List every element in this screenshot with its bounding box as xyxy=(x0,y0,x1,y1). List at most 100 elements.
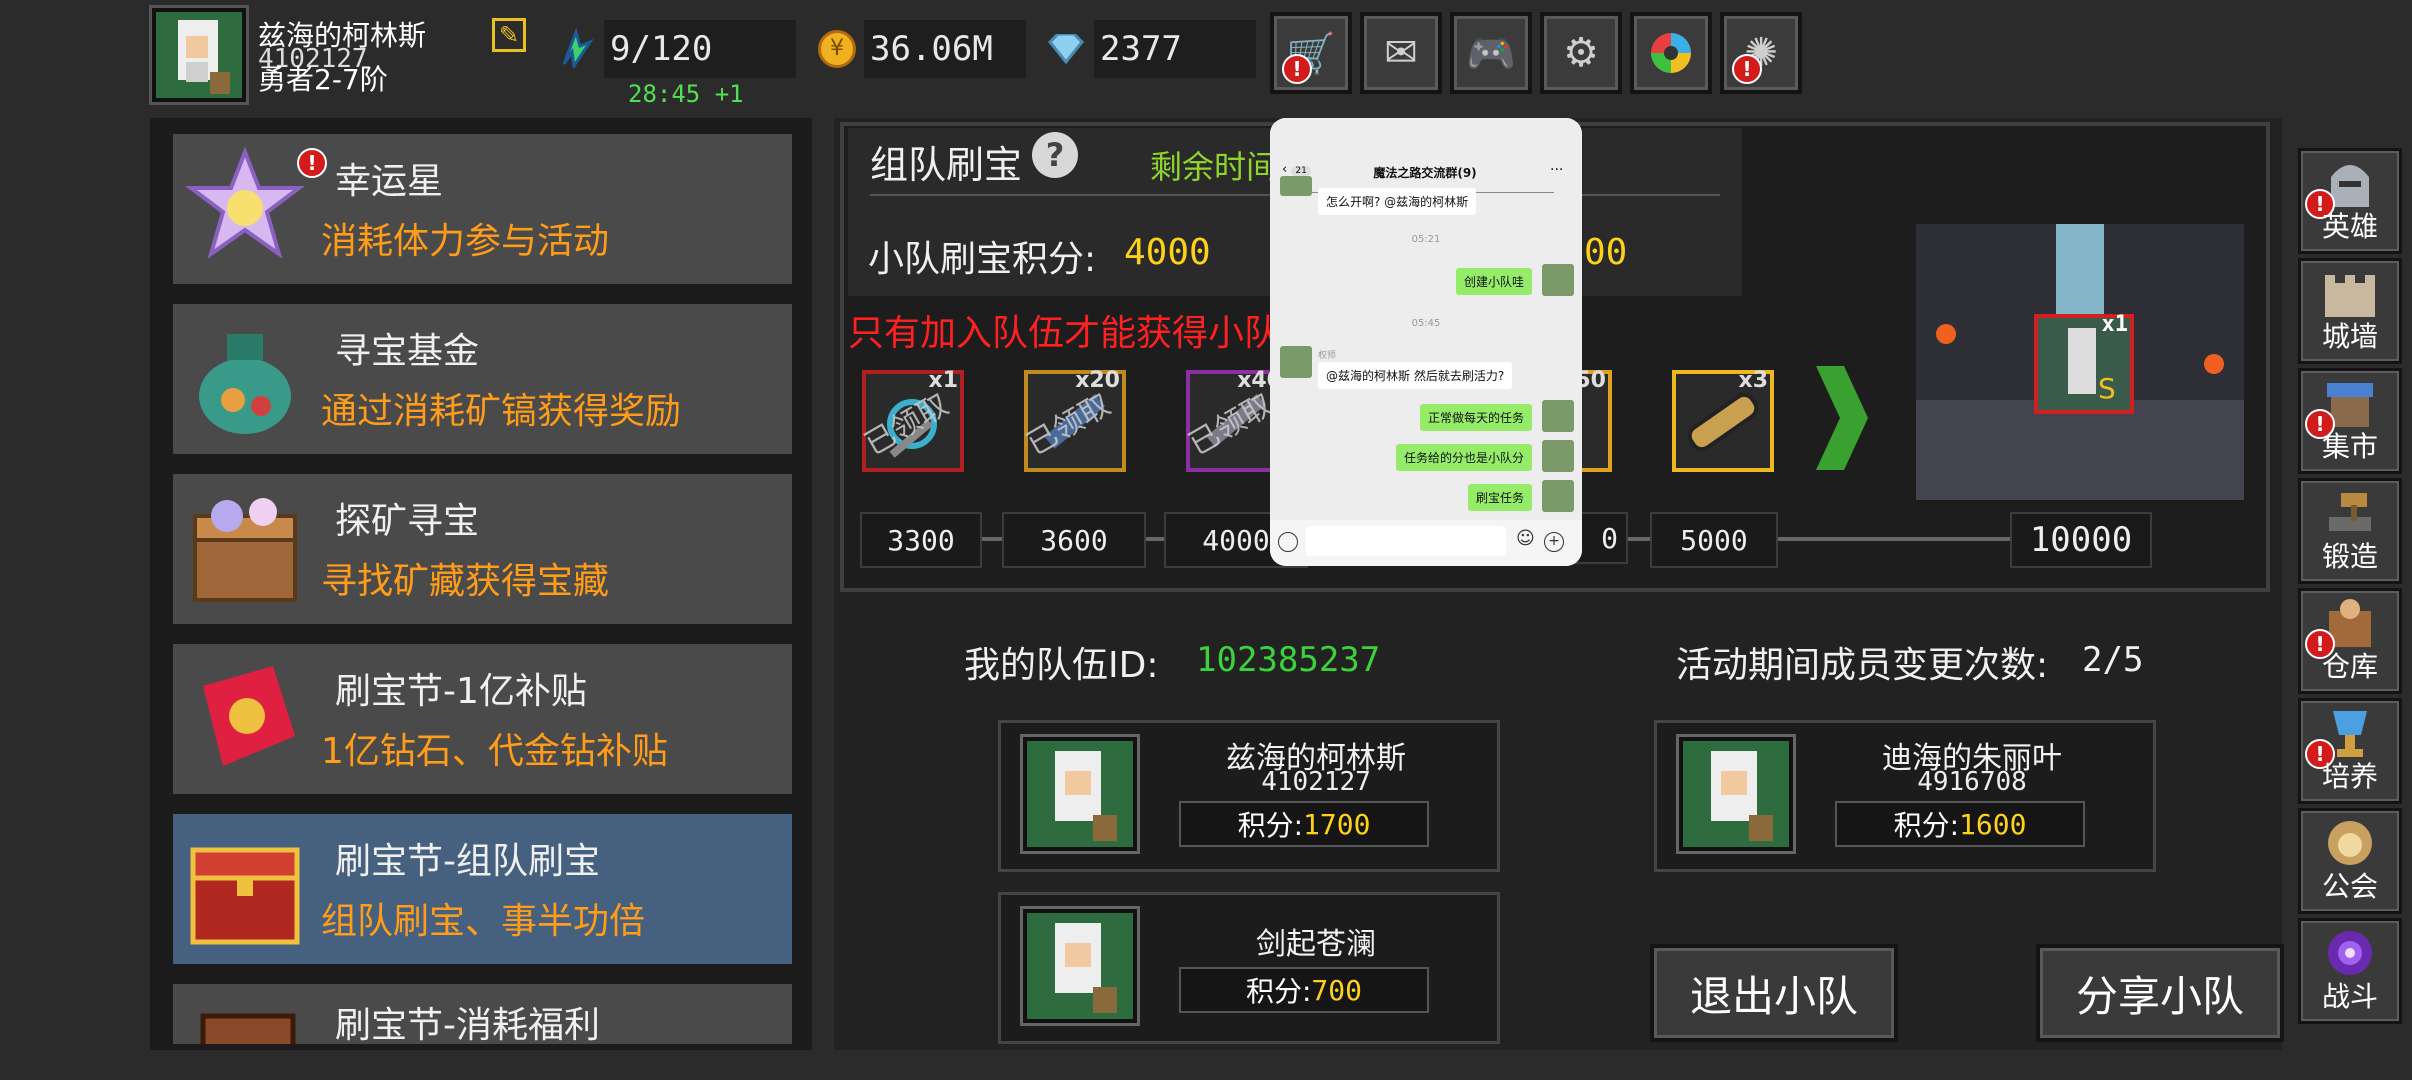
stamina-text: 9/120 xyxy=(610,29,713,69)
hero-portrait-icon xyxy=(156,12,242,98)
menu-item-subtitle: 组队刷宝、事半功倍 xyxy=(321,901,646,942)
avatar xyxy=(1023,737,1137,851)
member-card-2[interactable]: 迪海的朱丽叶 4916708 积分: 1600 xyxy=(1654,720,2156,872)
menu-item-treasure-fund[interactable]: 寻宝基金 通过消耗矿镐获得奖励 xyxy=(173,304,792,454)
score-label: 积分: xyxy=(1237,809,1303,842)
castle-wall-icon xyxy=(2325,275,2375,317)
side-nav-warehouse[interactable]: ! 仓库 xyxy=(2298,588,2402,694)
menu-item-mining-treasure[interactable]: 探矿寻宝 寻找矿藏获得宝藏 xyxy=(173,474,792,624)
alert-badge: ! xyxy=(1732,54,1762,84)
side-nav-label: 城墙 xyxy=(2321,320,2378,353)
menu-item-title: 刷宝节-1亿补贴 xyxy=(335,671,587,712)
side-nav-battle[interactable]: 战斗 xyxy=(2298,918,2402,1024)
next-arrow-icon[interactable] xyxy=(1810,366,1870,470)
side-nav-training[interactable]: ! 培养 xyxy=(2298,698,2402,804)
member-name: 剑起苍澜 xyxy=(1256,927,1376,962)
fireworks-button[interactable]: ✺ ! xyxy=(1720,12,1802,94)
gold-value: 36.06M xyxy=(864,20,1026,78)
chat-avatar xyxy=(1542,440,1574,472)
edit-name-icon[interactable]: ✎ xyxy=(492,18,526,52)
chat-back-button[interactable]: ‹ 21 xyxy=(1282,162,1311,177)
side-nav-heroes[interactable]: ! 英雄 xyxy=(2298,148,2402,254)
portal-vortex-icon xyxy=(2328,931,2372,975)
back-count-badge: 21 xyxy=(1291,166,1311,176)
final-threshold: 10000 xyxy=(2010,512,2152,568)
member-changes-label: 活动期间成员变更次数: xyxy=(1676,645,2049,686)
menu-item-title: 寻宝基金 xyxy=(335,331,480,372)
chat-message: 任务给的分也是小队分 xyxy=(1395,444,1532,471)
mail-icon: ✉ xyxy=(1384,30,1418,76)
avatar xyxy=(1679,737,1793,851)
menu-item-subsidy[interactable]: 刷宝节-1亿补贴 1亿钻石、代金钻补贴 xyxy=(173,644,792,794)
menu-item-subtitle: 通过消耗矿镐获得奖励 xyxy=(321,391,682,432)
red-chest-icon xyxy=(190,847,300,945)
menu-item-title: 幸运星 xyxy=(335,161,444,202)
side-nav-wall[interactable]: 城墙 xyxy=(2298,258,2402,364)
team-id-value: 102385237 xyxy=(1196,640,1381,680)
shop-button[interactable]: 🛒 ! xyxy=(1270,12,1352,94)
reward-slot-5[interactable]: x3 xyxy=(1672,368,1774,472)
threshold-5: 5000 xyxy=(1650,512,1778,568)
chat-input[interactable] xyxy=(1306,526,1506,556)
treasure-chest-icon xyxy=(193,498,297,602)
menu-item-team-treasure[interactable]: 刷宝节-组队刷宝 组队刷宝、事半功倍 xyxy=(173,814,792,964)
hero-portrait-icon xyxy=(1055,923,1117,1013)
share-team-button[interactable]: 分享小队 xyxy=(2036,944,2284,1042)
voice-icon[interactable] xyxy=(1278,532,1298,552)
chat-more-button[interactable]: ··· xyxy=(1550,162,1563,178)
guild-lion-icon xyxy=(2328,821,2372,865)
menu-item-lucky-star[interactable]: ! 幸运星 消耗体力参与活动 xyxy=(173,134,792,284)
side-nav-guild[interactable]: 公会 xyxy=(2298,808,2402,914)
menu-item-title: 刷宝节-组队刷宝 xyxy=(335,841,600,882)
stamina-icon xyxy=(556,27,596,71)
menu-item-subtitle: 寻找矿藏获得宝藏 xyxy=(321,561,610,602)
chat-sender-name: 权师 xyxy=(1318,351,1337,361)
chat-overlay[interactable]: ‹ 21 魔法之路交流群(9) ··· 怎么开啊? @兹海的柯林斯 05:21 … xyxy=(1270,118,1582,566)
player-avatar[interactable] xyxy=(152,8,246,102)
gear-icon: ⚙ xyxy=(1563,30,1599,76)
chat-title: 魔法之路交流群(9) xyxy=(1373,166,1477,180)
side-nav-label: 集市 xyxy=(2321,430,2378,463)
add-icon[interactable]: + xyxy=(1544,532,1564,552)
stamina-value: 9/120 xyxy=(604,20,796,78)
member-score: 积分: 1700 xyxy=(1179,801,1429,847)
team-id-label: 我的队伍ID: xyxy=(964,645,1159,686)
chat-message: 怎么开啊? @兹海的柯林斯 xyxy=(1318,188,1477,215)
member-card-1[interactable]: 兹海的柯林斯 4102127 积分: 1700 xyxy=(998,720,1500,872)
score-value: 1700 xyxy=(1303,807,1371,841)
help-icon[interactable]: ? xyxy=(1032,132,1078,178)
chat-avatar xyxy=(1280,176,1312,196)
member-score: 积分: 1600 xyxy=(1835,801,2085,847)
menu-item-subtitle: 1亿钻石、代金钻补贴 xyxy=(321,731,668,772)
color-wheel-icon xyxy=(1651,33,1691,73)
stamina-timer: 28:45 +1 xyxy=(628,80,744,108)
side-nav-label: 战斗 xyxy=(2321,980,2378,1013)
quit-team-button[interactable]: 退出小队 xyxy=(1650,944,1898,1042)
chat-avatar xyxy=(1542,264,1574,296)
score-label: 积分: xyxy=(1893,809,1959,842)
side-nav-market[interactable]: ! 集市 xyxy=(2298,368,2402,474)
diamond-icon xyxy=(1046,32,1086,65)
gamepad-button[interactable]: 🎮 xyxy=(1450,12,1532,94)
menu-item-subtitle: 消耗体力参与活动 xyxy=(321,221,610,262)
reward-slot-1[interactable]: x1 已领取 xyxy=(859,368,964,472)
threshold-2: 3600 xyxy=(1002,512,1146,568)
side-nav-forge[interactable]: 锻造 xyxy=(2298,478,2402,584)
emoji-icon[interactable]: ☺ xyxy=(1516,528,1535,549)
reward-slot-2[interactable]: x20 已领取 xyxy=(1021,368,1126,472)
gamepad-icon: 🎮 xyxy=(1466,30,1516,77)
player-rank: 勇者2-7阶 xyxy=(258,63,388,96)
score-value: 700 xyxy=(1311,973,1362,1007)
hero-portrait-icon xyxy=(1711,751,1773,841)
join-team-warning: 只有加入队伍才能获得小队 xyxy=(848,313,1281,354)
mail-button[interactable]: ✉ xyxy=(1360,12,1442,94)
menu-item-consume-bonus[interactable]: 刷宝节-消耗福利 xyxy=(173,984,792,1044)
settings-button[interactable]: ⚙ xyxy=(1540,12,1622,94)
color-wheel-button[interactable] xyxy=(1630,12,1712,94)
member-card-3[interactable]: 剑起苍澜 积分: 700 xyxy=(998,892,1500,1044)
menu-item-title: 刷宝节-消耗福利 xyxy=(335,1005,600,1044)
final-reward-item[interactable]: S x1 xyxy=(2034,312,2134,414)
member-uid: 4102127 xyxy=(1261,767,1371,797)
event-title: 组队刷宝 xyxy=(870,143,1023,187)
reward-count: x3 xyxy=(1738,368,1769,393)
